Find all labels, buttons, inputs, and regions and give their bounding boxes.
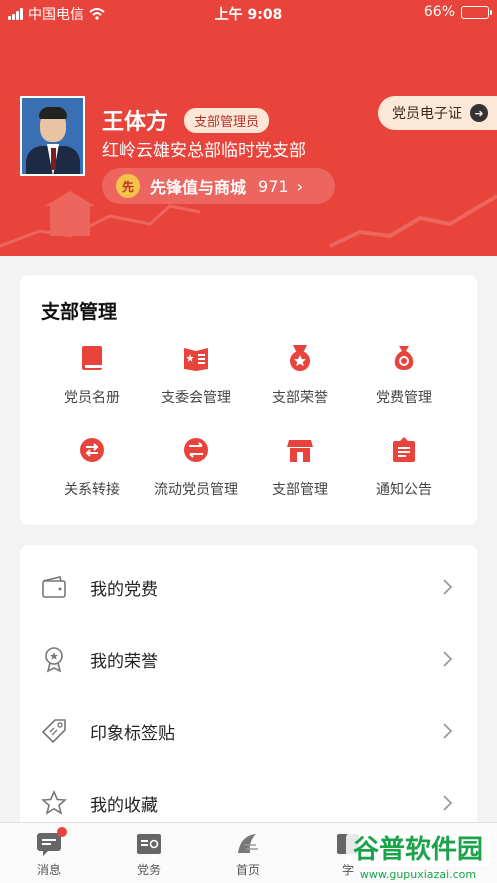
- grid-item-branch-honor[interactable]: 支部荣誉: [243, 343, 357, 407]
- tag-icon: [41, 719, 66, 744]
- grid-item-member-roster[interactable]: 党员名册: [35, 343, 149, 407]
- grid-item-relation-transfer[interactable]: 关系转接: [35, 435, 149, 499]
- arrow-right-icon: ➜: [470, 104, 488, 122]
- grid-item-notice[interactable]: 通知公告: [347, 435, 461, 499]
- wallet-icon: [42, 576, 66, 598]
- tab-label: 消息: [36, 863, 61, 877]
- grid-item-dues-management[interactable]: 党费管理: [347, 343, 461, 407]
- pioneer-coin-icon: 先: [116, 174, 140, 198]
- avatar[interactable]: [20, 96, 85, 176]
- grid-label: 通知公告: [376, 482, 432, 498]
- tab-label: 首页: [235, 863, 260, 877]
- chevron-right-icon: [443, 795, 453, 811]
- tab-party-affairs[interactable]: 党务: [119, 831, 179, 878]
- unread-badge: [57, 827, 67, 837]
- status-bar: 中国电信 上午 9:08 66%: [0, 0, 497, 26]
- grid-item-branch-admin[interactable]: 支部管理: [243, 435, 357, 499]
- home-logo-icon: [238, 834, 258, 853]
- grid-label: 党员名册: [64, 390, 120, 406]
- list-label: 我的党费: [90, 579, 158, 600]
- store-icon: [287, 440, 313, 462]
- points-label: 先锋值与商城: [150, 178, 247, 197]
- section-title: 支部管理: [41, 301, 118, 323]
- svg-text:谷普软件园: 谷普软件园: [353, 834, 483, 865]
- branch-name: 红岭云雄安总部临时党支部: [102, 141, 306, 161]
- list-item-my-dues[interactable]: 我的党费: [20, 551, 477, 623]
- grid-label: 支委会管理: [161, 390, 231, 406]
- grid-label: 支部荣誉: [272, 390, 328, 406]
- member-ecard-button[interactable]: 党员电子证 ➜: [378, 96, 497, 130]
- personal-menu-card: 我的党费 我的荣誉 印象标签贴 我的收藏: [20, 545, 477, 835]
- tab-label: 党务: [136, 863, 161, 877]
- committee-book-icon: [184, 348, 208, 371]
- tab-messages[interactable]: 消息: [19, 827, 79, 878]
- chevron-right-icon: [443, 651, 453, 667]
- list-item-my-honor[interactable]: 我的荣誉: [20, 623, 477, 695]
- list-label: 我的收藏: [90, 795, 158, 816]
- party-affairs-icon: [137, 834, 161, 854]
- points-value: 971: [258, 176, 289, 196]
- grid-label: 关系转接: [64, 482, 120, 498]
- ecard-label: 党员电子证: [392, 106, 462, 122]
- money-bag-icon: [394, 346, 414, 370]
- branch-management-card: 支部管理 党员名册 支委会管理 支部荣誉 党费管理 关系转接 流动党员管理 支部…: [20, 275, 477, 525]
- grid-item-mobile-members[interactable]: 流动党员管理: [139, 435, 253, 499]
- clock: 上午 9:08: [214, 7, 283, 23]
- profile-header: 中国电信 上午 9:08 66% 王体方 支部管理员 红岭云雄安总部临时党支部 …: [0, 0, 497, 256]
- list-label: 印象标签贴: [90, 723, 175, 744]
- user-name: 王体方: [102, 110, 169, 135]
- site-watermark: 谷普软件园 www.gupuxiazai.com: [346, 832, 491, 881]
- grid-label: 支部管理: [272, 482, 328, 498]
- star-icon: [41, 790, 67, 815]
- notice-icon: [393, 437, 415, 462]
- chevron-right-icon: [443, 579, 453, 595]
- grid-label: 流动党员管理: [154, 482, 238, 498]
- medal-icon: [290, 345, 310, 371]
- award-icon: [45, 647, 63, 673]
- points-mall-button[interactable]: 先 先锋值与商城 971 ›: [102, 168, 335, 204]
- grid-item-committee[interactable]: 支委会管理: [139, 343, 253, 407]
- list-item-impression-tags[interactable]: 印象标签贴: [20, 695, 477, 767]
- transfer-icon: [80, 438, 104, 462]
- svg-text:www.gupuxiazai.com: www.gupuxiazai.com: [360, 868, 476, 881]
- role-badge: 支部管理员: [184, 108, 270, 133]
- tab-home[interactable]: 首页: [218, 831, 278, 878]
- list-label: 我的荣誉: [90, 651, 158, 672]
- chevron-right-icon: [443, 723, 453, 739]
- battery-icon: [461, 5, 492, 19]
- battery-percent: 66%: [423, 4, 455, 20]
- grid-label: 党费管理: [376, 390, 432, 406]
- chevron-right-icon: ›: [296, 176, 303, 196]
- book-icon: [82, 346, 102, 370]
- mobile-member-icon: [184, 438, 208, 462]
